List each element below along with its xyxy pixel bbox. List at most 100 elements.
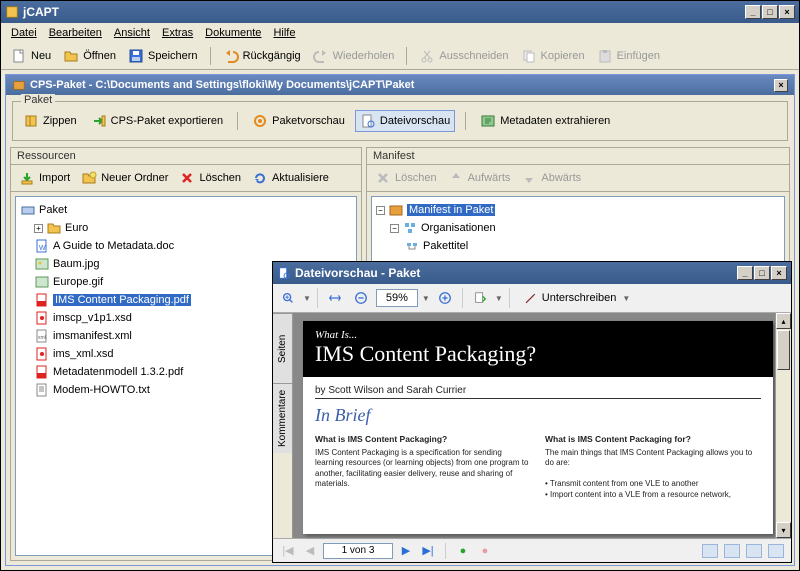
paket-group: Paket Zippen CPS-Paket exportieren Paket… — [12, 101, 788, 141]
preview-toolbar: ▼ ▼ ▼ Unterschreiben▼ — [273, 284, 791, 313]
comments-tab[interactable]: Kommentare — [273, 383, 292, 453]
sign-button[interactable]: Unterschreiben▼ — [516, 289, 637, 307]
main-toolbar: Neu Öffnen Speichern Rückgängig Wiederho… — [1, 43, 799, 70]
new-button[interactable]: Neu — [7, 46, 55, 66]
drive-icon — [20, 202, 36, 218]
view-mode-2-button[interactable] — [724, 544, 740, 558]
close-button[interactable]: × — [779, 5, 795, 19]
col2-text: The main things that IMS Content Packagi… — [545, 448, 752, 467]
page-number-input[interactable] — [323, 543, 393, 559]
subwindow-title: CPS-Paket - C:\Documents and Settings\fl… — [30, 79, 774, 91]
redo-button: Wiederholen — [309, 46, 399, 66]
svg-text:W: W — [39, 245, 46, 252]
image-icon — [34, 274, 50, 290]
zoom-out-button[interactable] — [350, 287, 372, 309]
app-icon — [5, 5, 19, 19]
delete-button[interactable]: Löschen — [175, 168, 245, 188]
preview-close-button[interactable]: × — [771, 266, 787, 280]
subwindow-titlebar: CPS-Paket - C:\Documents and Settings\fl… — [6, 75, 794, 95]
pdf-icon — [34, 292, 50, 308]
zoom-in-button[interactable] — [434, 287, 456, 309]
file-preview-button[interactable]: Dateivorschau — [355, 110, 455, 132]
vertical-scrollbar[interactable]: ▴ ▾ — [775, 313, 791, 538]
preview-window: Dateivorschau - Paket _ □ × ▼ ▼ ▼ Unters… — [272, 261, 792, 563]
page-authors: by Scott Wilson and Sarah Currier — [315, 385, 761, 399]
subwindow-close-button[interactable]: × — [774, 79, 788, 92]
txt-icon — [34, 382, 50, 398]
import-button[interactable]: Import — [15, 168, 74, 188]
undo-button[interactable]: Rückgängig — [219, 46, 305, 66]
manifest-icon — [388, 202, 404, 218]
zoom-input[interactable] — [376, 289, 418, 307]
expander-icon[interactable]: − — [390, 224, 399, 233]
scroll-up-button[interactable]: ▴ — [776, 313, 791, 329]
paket-group-label: Paket — [21, 94, 55, 106]
menubar: Datei Bearbeiten Ansicht Extras Dokument… — [1, 23, 799, 43]
back-button[interactable]: ● — [454, 542, 472, 560]
forward-button[interactable]: ● — [476, 542, 494, 560]
preview-body: Seiten Kommentare What Is... IMS Content… — [273, 313, 791, 538]
copy-button: Kopieren — [517, 46, 589, 66]
preview-minimize-button[interactable]: _ — [737, 266, 753, 280]
menu-documents[interactable]: Dokumente — [199, 25, 267, 41]
tree-root[interactable]: Paket — [20, 201, 352, 219]
move-down-button: Abwärts — [517, 168, 585, 188]
cut-button: Ausschneiden — [415, 46, 512, 66]
preview-title: Dateivorschau - Paket — [295, 266, 737, 280]
preview-icon — [277, 266, 291, 280]
col2-heading: What is IMS Content Packaging for? — [545, 434, 761, 445]
pages-tab[interactable]: Seiten — [273, 313, 292, 383]
zoom-marquee-button[interactable] — [277, 287, 299, 309]
next-page-button[interactable]: ▶ — [397, 542, 415, 560]
menu-extras[interactable]: Extras — [156, 25, 199, 41]
pdf-icon — [34, 364, 50, 380]
col1-heading: What is IMS Content Packaging? — [315, 434, 531, 445]
export-pdf-button[interactable] — [469, 287, 491, 309]
pdf-page[interactable]: What Is... IMS Content Packaging? by Sco… — [303, 321, 773, 534]
minimize-button[interactable]: _ — [745, 5, 761, 19]
expander-icon[interactable]: − — [376, 206, 385, 215]
move-up-button: Aufwärts — [444, 168, 515, 188]
view-mode-3-button[interactable] — [746, 544, 762, 558]
svg-text:xml: xml — [38, 335, 46, 341]
col2-bullet: • Import content into a VLE from a resou… — [545, 490, 731, 499]
expander-icon[interactable]: + — [34, 224, 43, 233]
export-button[interactable]: CPS-Paket exportieren — [87, 111, 228, 131]
scroll-thumb[interactable] — [777, 330, 790, 370]
preview-maximize-button[interactable]: □ — [754, 266, 770, 280]
menu-view[interactable]: Ansicht — [108, 25, 156, 41]
package-preview-button[interactable]: Paketvorschau — [248, 111, 349, 131]
main-title: jCAPT — [23, 5, 745, 19]
zip-button[interactable]: Zippen — [19, 111, 81, 131]
maximize-button[interactable]: □ — [762, 5, 778, 19]
refresh-button[interactable]: Aktualisiere — [248, 168, 333, 188]
tree-item[interactable]: WA Guide to Metadata.doc — [20, 237, 352, 255]
menu-file[interactable]: Datei — [5, 25, 43, 41]
preview-titlebar[interactable]: Dateivorschau - Paket _ □ × — [273, 262, 791, 284]
folder-icon — [46, 220, 62, 236]
image-icon — [34, 256, 50, 272]
page-overline: What Is... — [315, 329, 761, 341]
extract-metadata-button[interactable]: Metadaten extrahieren — [476, 111, 614, 131]
tree-item[interactable]: +Euro — [20, 219, 352, 237]
main-titlebar: jCAPT _ □ × — [1, 1, 799, 23]
view-mode-1-button[interactable] — [702, 544, 718, 558]
new-folder-button[interactable]: Neuer Ordner — [77, 168, 172, 188]
package-icon — [12, 78, 26, 92]
col1-text: IMS Content Packaging is a specification… — [315, 448, 528, 488]
fit-width-button[interactable] — [324, 287, 346, 309]
menu-help[interactable]: Hilfe — [267, 25, 301, 41]
scroll-down-button[interactable]: ▾ — [776, 522, 791, 538]
manifest-item[interactable]: Pakettitel — [376, 237, 780, 255]
manifest-item[interactable]: −Organisationen — [376, 219, 780, 237]
xsd-icon — [34, 310, 50, 326]
page-brief: In Brief — [315, 405, 761, 426]
save-button[interactable]: Speichern — [124, 46, 202, 66]
menu-edit[interactable]: Bearbeiten — [43, 25, 108, 41]
view-mode-4-button[interactable] — [768, 544, 784, 558]
last-page-button[interactable]: ▶| — [419, 542, 437, 560]
open-button[interactable]: Öffnen — [59, 46, 120, 66]
title-icon — [404, 238, 420, 254]
preview-footer: |◀ ◀ ▶ ▶| ● ● — [273, 538, 791, 562]
manifest-root[interactable]: −Manifest in Paket — [376, 201, 780, 219]
